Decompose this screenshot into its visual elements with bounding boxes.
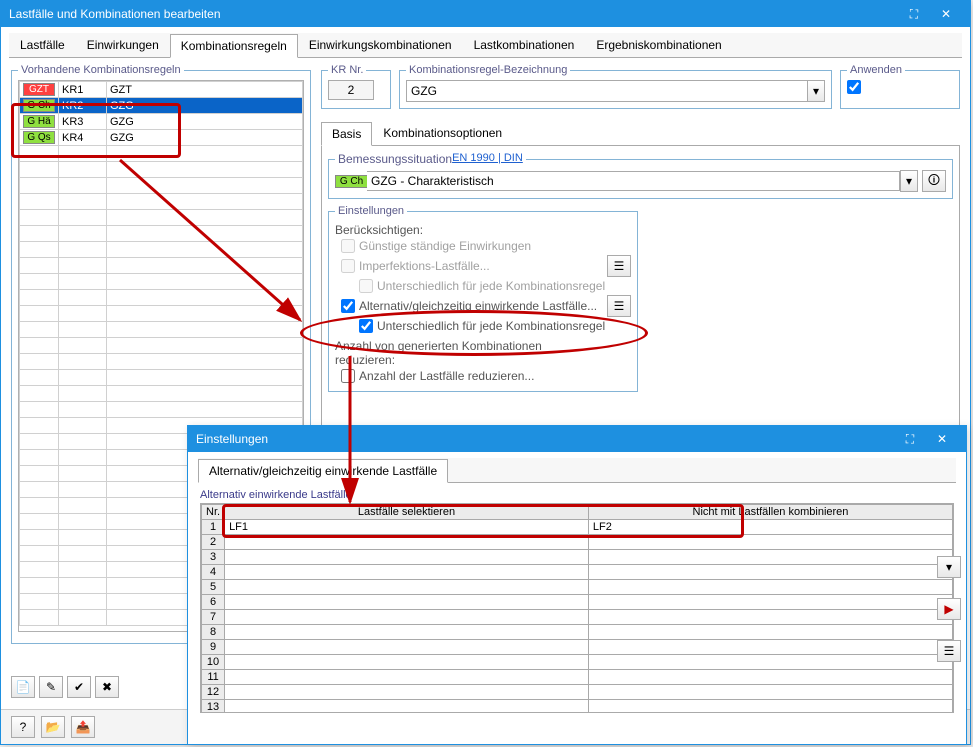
delete-icon[interactable]: ✖ bbox=[95, 676, 119, 698]
overlay-group-label: Alternativ einwirkende Lastfälle bbox=[200, 489, 954, 501]
right-toolstrip: ▾ ▶ ☰ bbox=[937, 556, 961, 662]
chk-alternativ[interactable] bbox=[341, 299, 355, 313]
lbl-imperfekt: Imperfektions-Lastfälle... bbox=[359, 259, 490, 273]
chk-guenstige bbox=[341, 239, 355, 253]
overlay-row[interactable]: 1LF1LF2 bbox=[202, 520, 953, 535]
check-icon[interactable]: ✔ bbox=[67, 676, 91, 698]
rule-row[interactable]: GZTKR1GZT bbox=[20, 82, 303, 98]
open-icon[interactable]: 📂 bbox=[41, 716, 65, 738]
right-list-icon[interactable]: ☰ bbox=[937, 640, 961, 662]
chk-reduz1[interactable] bbox=[341, 369, 355, 383]
main-tab-5[interactable]: Ergebniskombinationen bbox=[585, 33, 732, 57]
titlebar: Lastfälle und Kombinationen bearbeiten ⛶… bbox=[1, 1, 970, 27]
consider-label: Berücksichtigen: bbox=[335, 223, 423, 237]
apply-checkbox[interactable] bbox=[847, 80, 861, 94]
window-title: Lastfälle und Kombinationen bearbeiten bbox=[9, 7, 898, 21]
lbl-reduz1: Anzahl der Lastfälle reduzieren... bbox=[359, 369, 534, 383]
lbl-alternativ: Alternativ/gleichzeitig einwirkende Last… bbox=[359, 299, 597, 313]
bemessung-badge: G Ch bbox=[335, 175, 367, 188]
apply-label: Anwenden bbox=[847, 64, 905, 76]
overlay-restore-button[interactable]: ⛶ bbox=[894, 432, 926, 447]
lbl-guenstige: Günstige ständige Einwirkungen bbox=[359, 239, 531, 253]
overlay-row[interactable]: 5 bbox=[202, 580, 953, 595]
lbl-untersch1: Unterschiedlich für jede Kombinationsreg… bbox=[377, 279, 605, 293]
main-tab-2[interactable]: Kombinationsregeln bbox=[170, 34, 298, 58]
bemessung-dropdown-icon[interactable]: ▾ bbox=[900, 170, 918, 192]
overlay-row[interactable]: 11 bbox=[202, 670, 953, 685]
overlay-row[interactable]: 8 bbox=[202, 625, 953, 640]
rule-row[interactable]: G ChKR2GZG bbox=[20, 98, 303, 114]
overlay-title: Einstellungen bbox=[196, 432, 894, 446]
sub-tab-1[interactable]: Kombinationsoptionen bbox=[372, 121, 513, 145]
new-icon[interactable]: 📄 bbox=[11, 676, 35, 698]
chk-untersch2[interactable] bbox=[359, 319, 373, 333]
desc-dropdown-icon[interactable]: ▾ bbox=[807, 80, 825, 102]
rename-icon[interactable]: ✎ bbox=[39, 676, 63, 698]
sub-tabs: BasisKombinationsoptionen bbox=[321, 121, 960, 146]
close-button[interactable]: ✕ bbox=[930, 7, 962, 21]
overlay-titlebar: Einstellungen ⛶ ✕ bbox=[188, 426, 966, 452]
restore-button[interactable]: ⛶ bbox=[898, 7, 930, 22]
lbl-untersch2: Unterschiedlich für jede Kombinationsreg… bbox=[377, 319, 605, 333]
kr-nr-field[interactable] bbox=[328, 80, 374, 100]
help-icon[interactable]: ? bbox=[11, 716, 35, 738]
overlay-row[interactable]: 6 bbox=[202, 595, 953, 610]
imperfekt-settings-icon[interactable]: ☰ bbox=[607, 255, 631, 277]
overlay-row[interactable]: 12 bbox=[202, 685, 953, 700]
rule-row[interactable]: G QsKR4GZG bbox=[20, 130, 303, 146]
main-tabs: LastfälleEinwirkungenKombinationsregelnE… bbox=[9, 33, 962, 58]
alternativ-settings-icon[interactable]: ☰ bbox=[607, 295, 631, 317]
reduce-label: Anzahl von generierten Kombinationen red… bbox=[335, 339, 565, 367]
main-tab-3[interactable]: Einwirkungskombinationen bbox=[298, 33, 463, 57]
overlay-row[interactable]: 2 bbox=[202, 535, 953, 550]
sub-tab-0[interactable]: Basis bbox=[321, 122, 372, 146]
overlay-row[interactable]: 10 bbox=[202, 655, 953, 670]
overlay-close-button[interactable]: ✕ bbox=[926, 432, 958, 446]
settings-label: Einstellungen bbox=[335, 205, 407, 217]
bemessung-label: Bemessungssituation bbox=[338, 152, 452, 166]
overlay-row[interactable]: 4 bbox=[202, 565, 953, 580]
norm-link[interactable]: EN 1990 | DIN bbox=[452, 152, 523, 164]
desc-input[interactable] bbox=[406, 80, 807, 102]
left-toolbar: 📄 ✎ ✔ ✖ bbox=[11, 676, 119, 698]
chk-untersch1 bbox=[359, 279, 373, 293]
bemessung-info-icon[interactable]: 🛈 bbox=[922, 170, 946, 192]
overlay-window: Einstellungen ⛶ ✕ Alternativ/gleichzeiti… bbox=[187, 425, 967, 745]
overlay-table[interactable]: Nr.Lastfälle selektierenNicht mit Lastfä… bbox=[201, 504, 953, 713]
overlay-row[interactable]: 9 bbox=[202, 640, 953, 655]
right-play-icon[interactable]: ▶ bbox=[937, 598, 961, 620]
overlay-row[interactable]: 3 bbox=[202, 550, 953, 565]
export-icon[interactable]: 📤 bbox=[71, 716, 95, 738]
kr-nr-label: KR Nr. bbox=[328, 64, 366, 76]
main-tab-0[interactable]: Lastfälle bbox=[9, 33, 76, 57]
rule-list-header: Vorhandene Kombinationsregeln bbox=[18, 64, 184, 76]
bemessung-select[interactable] bbox=[367, 171, 900, 191]
rule-row[interactable]: G HäKR3GZG bbox=[20, 114, 303, 130]
main-tab-4[interactable]: Lastkombinationen bbox=[463, 33, 586, 57]
chk-imperfekt bbox=[341, 259, 355, 273]
main-tab-1[interactable]: Einwirkungen bbox=[76, 33, 170, 57]
overlay-tab[interactable]: Alternativ/gleichzeitig einwirkende Last… bbox=[198, 459, 448, 483]
overlay-row[interactable]: 13 bbox=[202, 700, 953, 714]
desc-label: Kombinationsregel-Bezeichnung bbox=[406, 64, 570, 76]
right-dropdown-icon[interactable]: ▾ bbox=[937, 556, 961, 578]
overlay-row[interactable]: 7 bbox=[202, 610, 953, 625]
